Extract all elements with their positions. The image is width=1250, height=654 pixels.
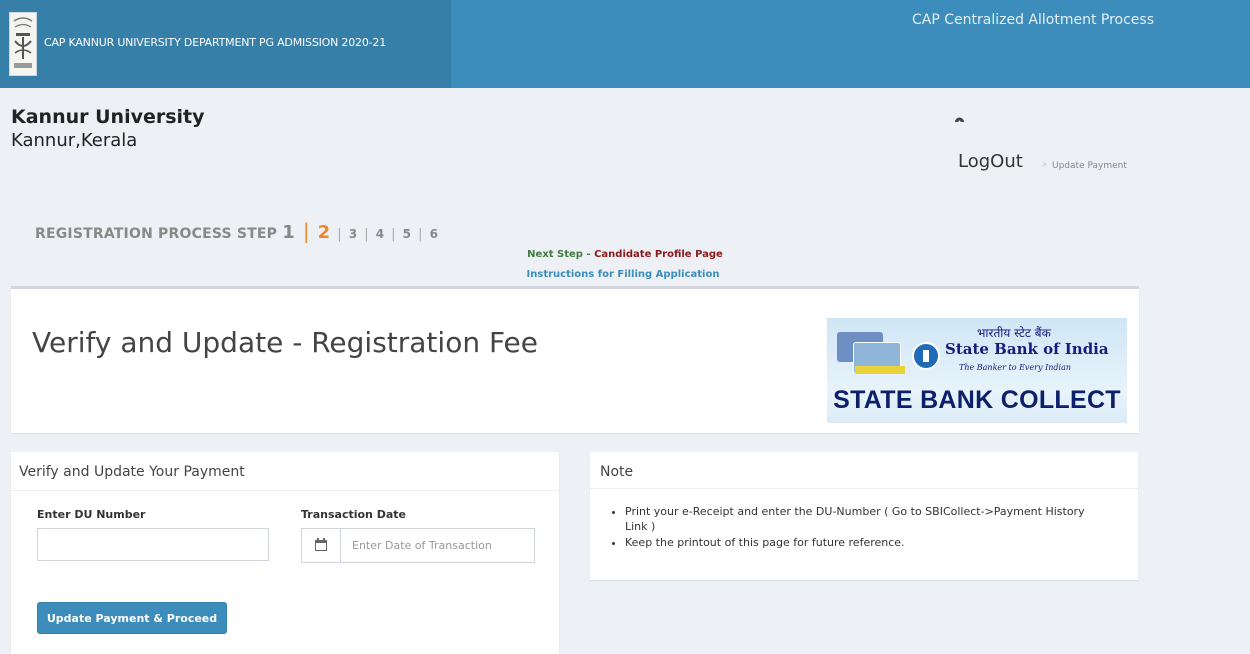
- note-panel-title: Note: [600, 464, 634, 480]
- note-item: Print your e-Receipt and enter the DU-Nu…: [625, 504, 1095, 534]
- transaction-date-label: Transaction Date: [301, 508, 406, 521]
- note-panel-header: Note: [590, 452, 1138, 489]
- step-3: 3: [348, 227, 358, 241]
- next-step-label: Next Step: [527, 249, 583, 260]
- card-strip: [855, 366, 905, 374]
- org-location: Kannur,Kerala: [11, 130, 138, 151]
- step-1: 1: [282, 222, 295, 243]
- update-payment-button[interactable]: Update Payment & Proceed: [37, 602, 227, 634]
- step-divider: |: [302, 219, 310, 243]
- next-step-dash: -: [582, 249, 595, 260]
- sbi-tagline: The Banker to Every Indian: [959, 363, 1071, 372]
- transaction-date-input[interactable]: [340, 529, 534, 562]
- note-panel: Note Print your e-Receipt and enter the …: [590, 452, 1138, 580]
- step-divider: |: [391, 227, 396, 242]
- sbi-collect-text: STATE BANK COLLECT: [833, 386, 1121, 414]
- calendar-icon: [315, 538, 327, 551]
- step-5: 5: [402, 227, 412, 241]
- step-divider: |: [418, 227, 423, 242]
- dashboard-icon[interactable]: [954, 114, 965, 126]
- step-divider: |: [364, 227, 369, 242]
- transaction-date-group: [301, 528, 535, 563]
- payment-panel: Verify and Update Your Payment Enter DU …: [11, 452, 559, 654]
- cap-title: CAP Centralized Allotment Process: [912, 12, 1154, 28]
- next-step-info: Next Step - Candidate Profile Page: [0, 249, 1250, 260]
- sbi-collect-banner: भारतीय स्टेट बैंक State Bank of India Th…: [827, 318, 1127, 423]
- steps-label: REGISTRATION PROCESS STEP: [35, 226, 278, 242]
- payment-panel-title: Verify and Update Your Payment: [19, 464, 245, 480]
- org-name: Kannur University: [11, 106, 205, 128]
- step-6: 6: [429, 227, 438, 241]
- step-2-current: 2: [317, 222, 331, 243]
- logout-link[interactable]: LogOut: [958, 151, 1023, 172]
- du-number-input[interactable]: [37, 528, 269, 561]
- page-title: Verify and Update - Registration Fee: [32, 326, 538, 359]
- brand-area[interactable]: CAP KANNUR UNIVERSITY DEPARTMENT PG ADMI…: [0, 0, 451, 88]
- title-box: Verify and Update - Registration Fee भार…: [11, 286, 1139, 433]
- next-step-target: Candidate Profile Page: [594, 249, 723, 260]
- step-4: 4: [375, 227, 385, 241]
- note-list: Print your e-Receipt and enter the DU-Nu…: [610, 504, 1095, 551]
- sbi-name: State Bank of India: [945, 340, 1109, 358]
- step-divider: |: [337, 227, 342, 242]
- cards-graphic: [837, 332, 905, 374]
- emblem-icon: [13, 17, 33, 68]
- sbi-hindi-name: भारतीय स्टेट बैंक: [977, 326, 1051, 340]
- registration-steps: REGISTRATION PROCESS STEP 1 | 2 | 3 | 4 …: [35, 219, 438, 243]
- instructions-link[interactable]: Instructions for Filling Application: [0, 269, 1246, 280]
- top-navbar: CAP KANNUR UNIVERSITY DEPARTMENT PG ADMI…: [0, 0, 1250, 88]
- note-item: Keep the printout of this page for futur…: [625, 535, 1095, 550]
- sbi-logo-icon: [912, 342, 940, 370]
- date-addon[interactable]: [302, 529, 341, 562]
- breadcrumb-separator: >: [1042, 160, 1047, 169]
- breadcrumb-current: Update Payment: [1052, 161, 1127, 171]
- university-logo: [9, 12, 37, 76]
- brand-title: CAP KANNUR UNIVERSITY DEPARTMENT PG ADMI…: [44, 36, 386, 49]
- du-number-label: Enter DU Number: [37, 508, 146, 521]
- payment-panel-header: Verify and Update Your Payment: [11, 452, 559, 491]
